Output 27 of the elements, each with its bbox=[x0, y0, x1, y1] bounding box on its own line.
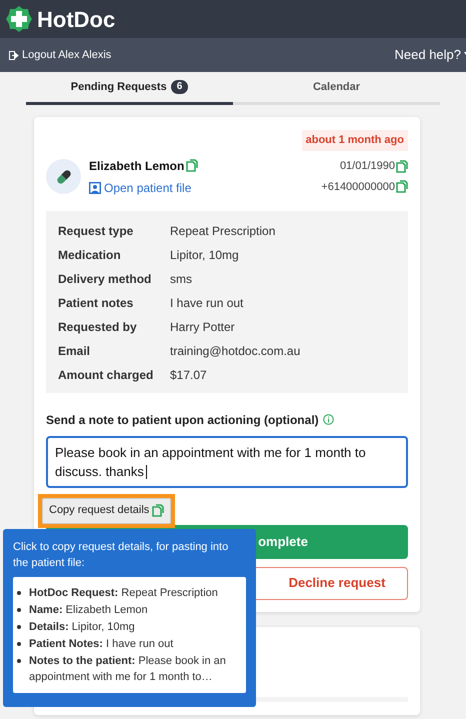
detail-label: Medication bbox=[58, 246, 122, 264]
detail-label: Requested by bbox=[58, 318, 138, 336]
detail-label: Email bbox=[58, 342, 92, 360]
list-item-text: Name: Elizabeth Lemon bbox=[29, 603, 148, 618]
date-of-birth: 01/01/1990 bbox=[340, 159, 395, 174]
detail-value: Repeat Prescription bbox=[170, 222, 276, 240]
patient-name: Elizabeth Lemon bbox=[89, 158, 184, 174]
tooltip-text: Click to copy request details, for pasting into the patient file: bbox=[13, 540, 230, 571]
list-item-text: Notes to the patient: Please book in an appointment with me for 1 month to… bbox=[29, 654, 227, 685]
detail-label: Patient notes bbox=[58, 294, 134, 312]
detail-value: I have run out bbox=[170, 294, 244, 312]
detail-value: Harry Potter bbox=[170, 318, 235, 336]
detail-value: Lipitor, 10mg bbox=[170, 246, 239, 264]
list-item-text: Details: Lipitor, 10mg bbox=[29, 620, 135, 635]
detail-value: $17.07 bbox=[170, 366, 207, 384]
detail-label: Amount charged bbox=[58, 366, 154, 384]
detail-label: Delivery method bbox=[58, 270, 152, 288]
detail-label: Request type bbox=[58, 222, 134, 240]
list-item-text: HotDoc Request: Repeat Prescription bbox=[29, 586, 218, 601]
count-badge: 6 bbox=[170, 80, 188, 94]
list-item-text: Patient Notes: I have run out bbox=[29, 637, 174, 652]
note-label: Send a note to patient upon actioning (optional) bbox=[46, 412, 319, 428]
phone-number: +61400000000 bbox=[321, 180, 395, 194]
time-badge: about 1 month ago bbox=[302, 130, 408, 150]
logo-text: HotDoc bbox=[37, 6, 116, 34]
detail-value: sms bbox=[170, 270, 192, 288]
detail-value: training@hotdoc.com.au bbox=[170, 342, 300, 360]
